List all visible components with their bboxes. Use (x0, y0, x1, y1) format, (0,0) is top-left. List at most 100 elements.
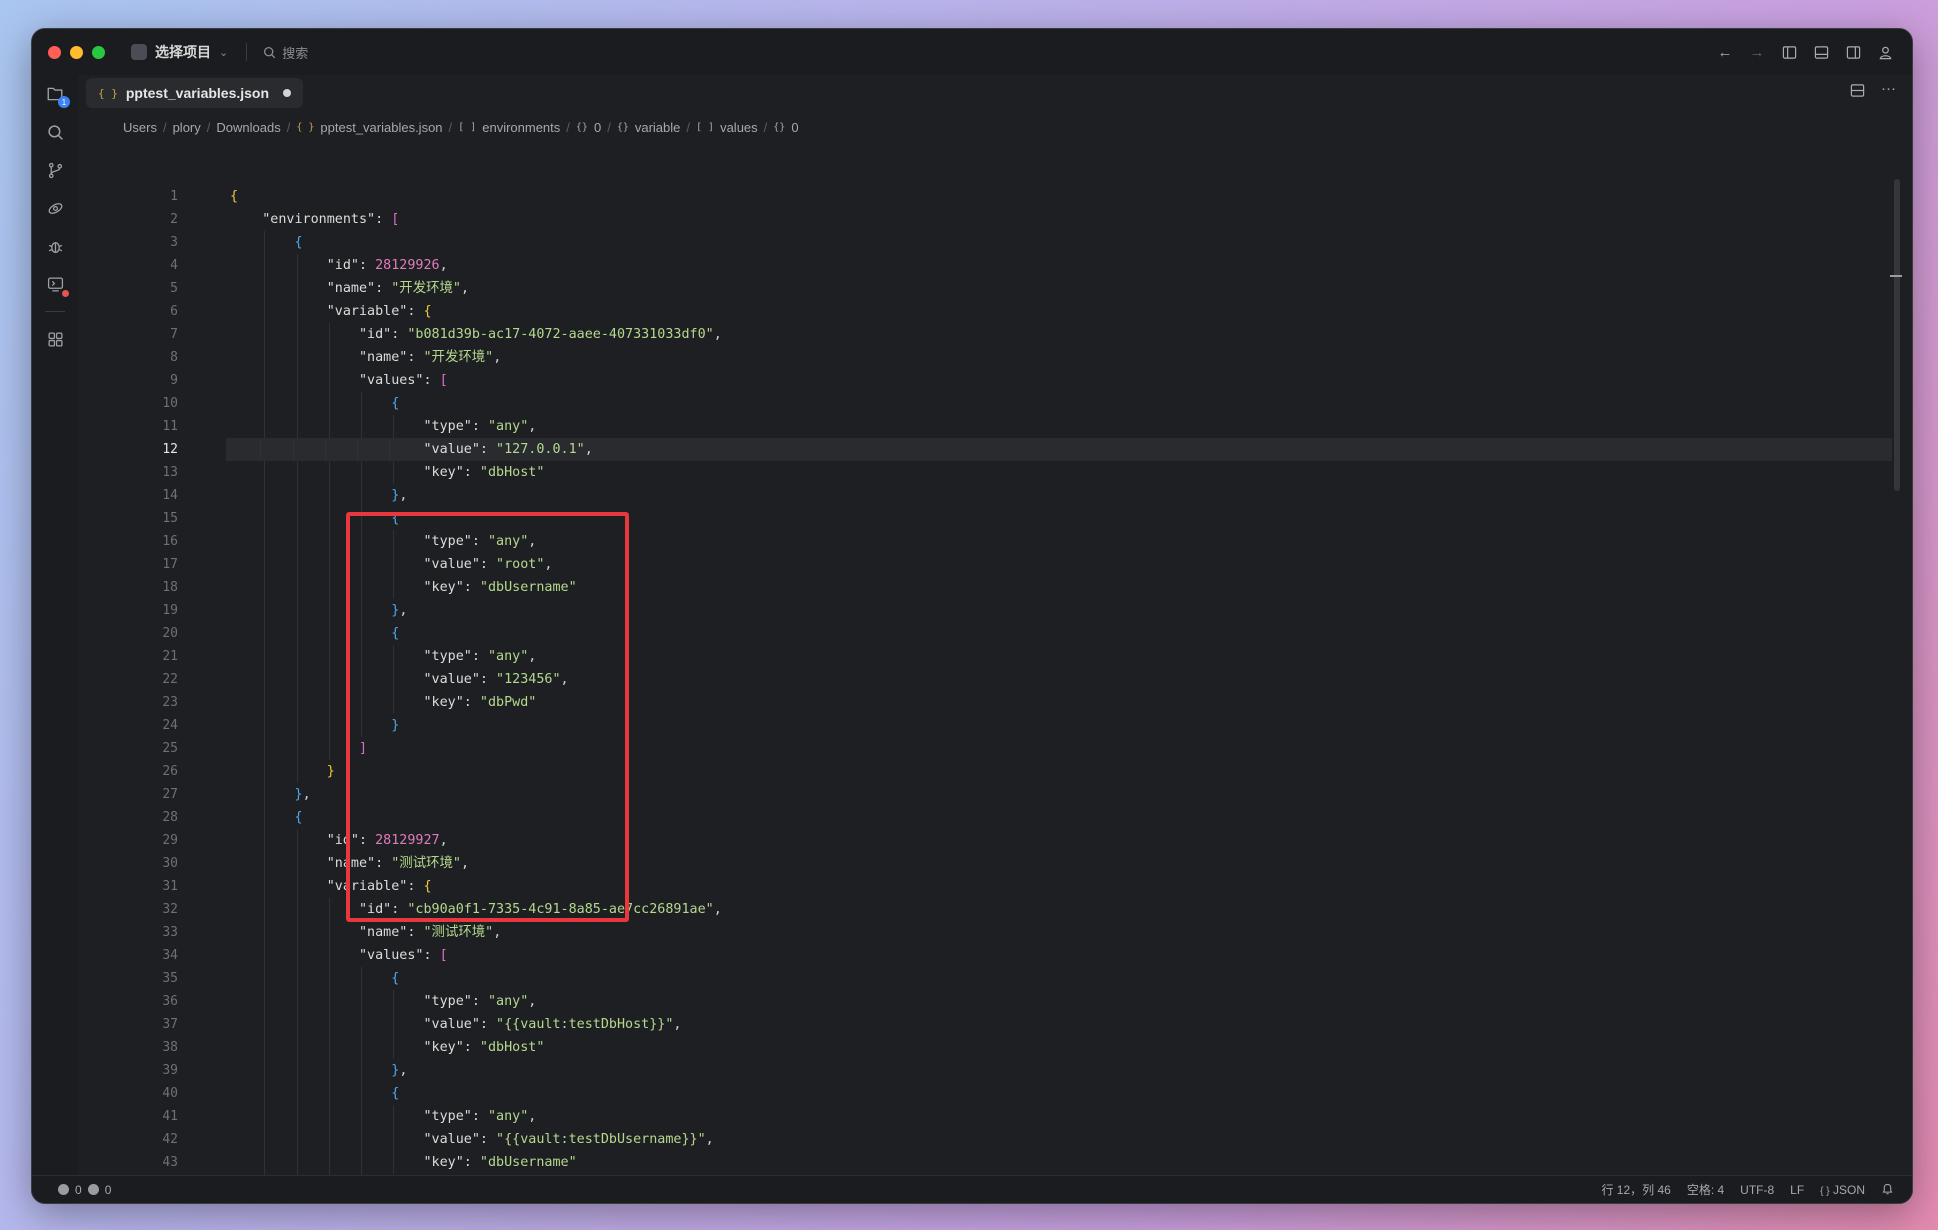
breadcrumb-item[interactable]: pptest_variables.json (320, 120, 442, 135)
account-icon[interactable] (1876, 43, 1894, 61)
code-line[interactable]: "key": "dbHost" (230, 1036, 1892, 1059)
file-encoding[interactable]: UTF-8 (1740, 1183, 1774, 1197)
api-link-icon[interactable] (44, 197, 66, 219)
breadcrumb-item[interactable]: plory (173, 120, 201, 135)
code-line[interactable]: "variable": { (230, 300, 1892, 323)
breadcrumb-item[interactable]: values (720, 120, 758, 135)
toggle-sidebar-icon[interactable] (1780, 43, 1798, 61)
code-line[interactable]: { (230, 1082, 1892, 1105)
code-line[interactable]: "type": "any", (230, 1105, 1892, 1128)
indent-guide (296, 645, 298, 668)
files-icon[interactable]: 1 (44, 83, 70, 108)
notifications-bell-icon[interactable] (1881, 1182, 1894, 1198)
code-line[interactable]: } (230, 714, 1892, 737)
indent-guide (361, 1059, 363, 1082)
code-line[interactable]: }, (230, 1059, 1892, 1082)
code-line[interactable]: "key": "dbPwd" (230, 691, 1892, 714)
code-line[interactable]: "id": "b081d39b-ac17-4072-aaee-407331033… (230, 323, 1892, 346)
debug-icon[interactable] (44, 235, 66, 257)
code-line[interactable]: "id": 28129926, (230, 254, 1892, 277)
line-ending[interactable]: LF (1790, 1183, 1804, 1197)
indent-guide (264, 530, 266, 553)
code-token: : (479, 672, 497, 687)
code-line[interactable]: ] (230, 737, 1892, 760)
code-line[interactable]: "values": [ (230, 944, 1892, 967)
object-icon: {} (575, 121, 588, 133)
code-line[interactable]: "name": "开发环境", (230, 277, 1892, 300)
forward-arrow-icon[interactable]: → (1748, 43, 1766, 61)
breadcrumb-item[interactable]: variable (635, 120, 681, 135)
more-actions-icon[interactable]: ··· (1881, 81, 1896, 103)
code-line[interactable]: } (230, 760, 1892, 783)
indent-guide (264, 760, 266, 783)
code-line[interactable]: { (230, 622, 1892, 645)
code-line[interactable]: { (230, 185, 1892, 208)
breadcrumb-item[interactable]: 0 (791, 120, 798, 135)
code-token: , (528, 994, 537, 1009)
code-line[interactable]: "key": "dbUsername" (230, 1151, 1892, 1174)
indent-guide (328, 645, 330, 668)
indent-guide (264, 254, 266, 277)
code-editor[interactable]: 1 2 3 4 5 6 7 8 9 10 11 12 13 14 15 16 17 18 19 20 21 22 23 24 2… (78, 179, 1912, 1197)
cursor-position[interactable]: 行 12，列 46 (1601, 1181, 1670, 1198)
close-window-button[interactable] (48, 45, 61, 59)
indent-setting[interactable]: 空格: 4 (1687, 1181, 1724, 1198)
vertical-scrollbar[interactable] (1894, 179, 1900, 491)
breadcrumb-item[interactable]: Downloads (216, 120, 280, 135)
breadcrumb-item[interactable]: environments (482, 120, 560, 135)
code-line[interactable]: "value": "{{vault:testDbUsername}}", (230, 1128, 1892, 1151)
indent-guide (328, 392, 330, 415)
code-line[interactable]: "key": "dbHost" (230, 461, 1892, 484)
code-line[interactable]: { (230, 806, 1892, 829)
code-token: [ (439, 373, 448, 388)
code-line[interactable]: "id": 28129927, (230, 829, 1892, 852)
tab-pptest-variables[interactable]: { } pptest_variables.json (86, 78, 304, 108)
split-editor-icon[interactable] (1850, 83, 1865, 103)
minimize-window-button[interactable] (70, 45, 83, 59)
code-line[interactable]: "type": "any", (230, 990, 1892, 1013)
language-mode[interactable]: { } JSON (1820, 1183, 1865, 1197)
code-line[interactable]: "value": "127.0.0.1", (226, 438, 1892, 461)
code-line[interactable]: }, (230, 783, 1892, 806)
code-lines[interactable]: { "environments": [ { "id": 28129926, "n… (226, 185, 1892, 1197)
code-line[interactable]: "value": "{{vault:testDbHost}}", (230, 1013, 1892, 1036)
code-line[interactable]: }, (230, 599, 1892, 622)
code-line[interactable]: "id": "cb90a0f1-7335-4c91-8a85-ae7cc2689… (230, 898, 1892, 921)
code-line[interactable]: "name": "测试环境", (230, 921, 1892, 944)
problems-indicator[interactable]: 0 0 (58, 1183, 111, 1197)
code-line[interactable]: { (230, 392, 1892, 415)
indent-guide (328, 461, 330, 484)
code-line[interactable]: "values": [ (230, 369, 1892, 392)
project-selector[interactable]: 选择项目 ⌄ (131, 42, 228, 62)
code-line[interactable]: "type": "any", (230, 415, 1892, 438)
code-line[interactable]: "value": "123456", (230, 668, 1892, 691)
code-line[interactable]: { (230, 231, 1892, 254)
toggle-panel-icon[interactable] (1812, 43, 1830, 61)
toggle-secondary-sidebar-icon[interactable] (1844, 43, 1862, 61)
code-line[interactable]: "type": "any", (230, 530, 1892, 553)
code-line[interactable]: "type": "any", (230, 645, 1892, 668)
back-arrow-icon[interactable]: ← (1716, 43, 1734, 61)
code-line[interactable]: { (230, 507, 1892, 530)
search-icon[interactable] (44, 121, 66, 143)
code-line[interactable]: { (230, 967, 1892, 990)
breadcrumb-item[interactable]: Users (123, 120, 157, 135)
remote-monitor-icon[interactable] (44, 273, 69, 297)
unsaved-dot-icon[interactable] (283, 89, 292, 97)
code-token: , (528, 534, 537, 549)
code-line[interactable]: "value": "root", (230, 553, 1892, 576)
breadcrumb-item[interactable]: 0 (594, 120, 601, 135)
code-line[interactable]: }, (230, 484, 1892, 507)
code-line[interactable]: "name": "测试环境", (230, 852, 1892, 875)
command-search[interactable]: 搜索 (263, 43, 308, 62)
code-line[interactable]: "key": "dbUsername" (230, 576, 1892, 599)
code-line[interactable]: "environments": [ (230, 208, 1892, 231)
code-line[interactable]: "variable": { (230, 875, 1892, 898)
maximize-window-button[interactable] (92, 45, 105, 59)
extensions-icon[interactable] (44, 328, 66, 350)
indent-guide (361, 967, 363, 990)
code-line[interactable]: "name": "开发环境", (230, 346, 1892, 369)
source-control-icon[interactable] (44, 159, 66, 181)
indent-guide (296, 875, 298, 898)
